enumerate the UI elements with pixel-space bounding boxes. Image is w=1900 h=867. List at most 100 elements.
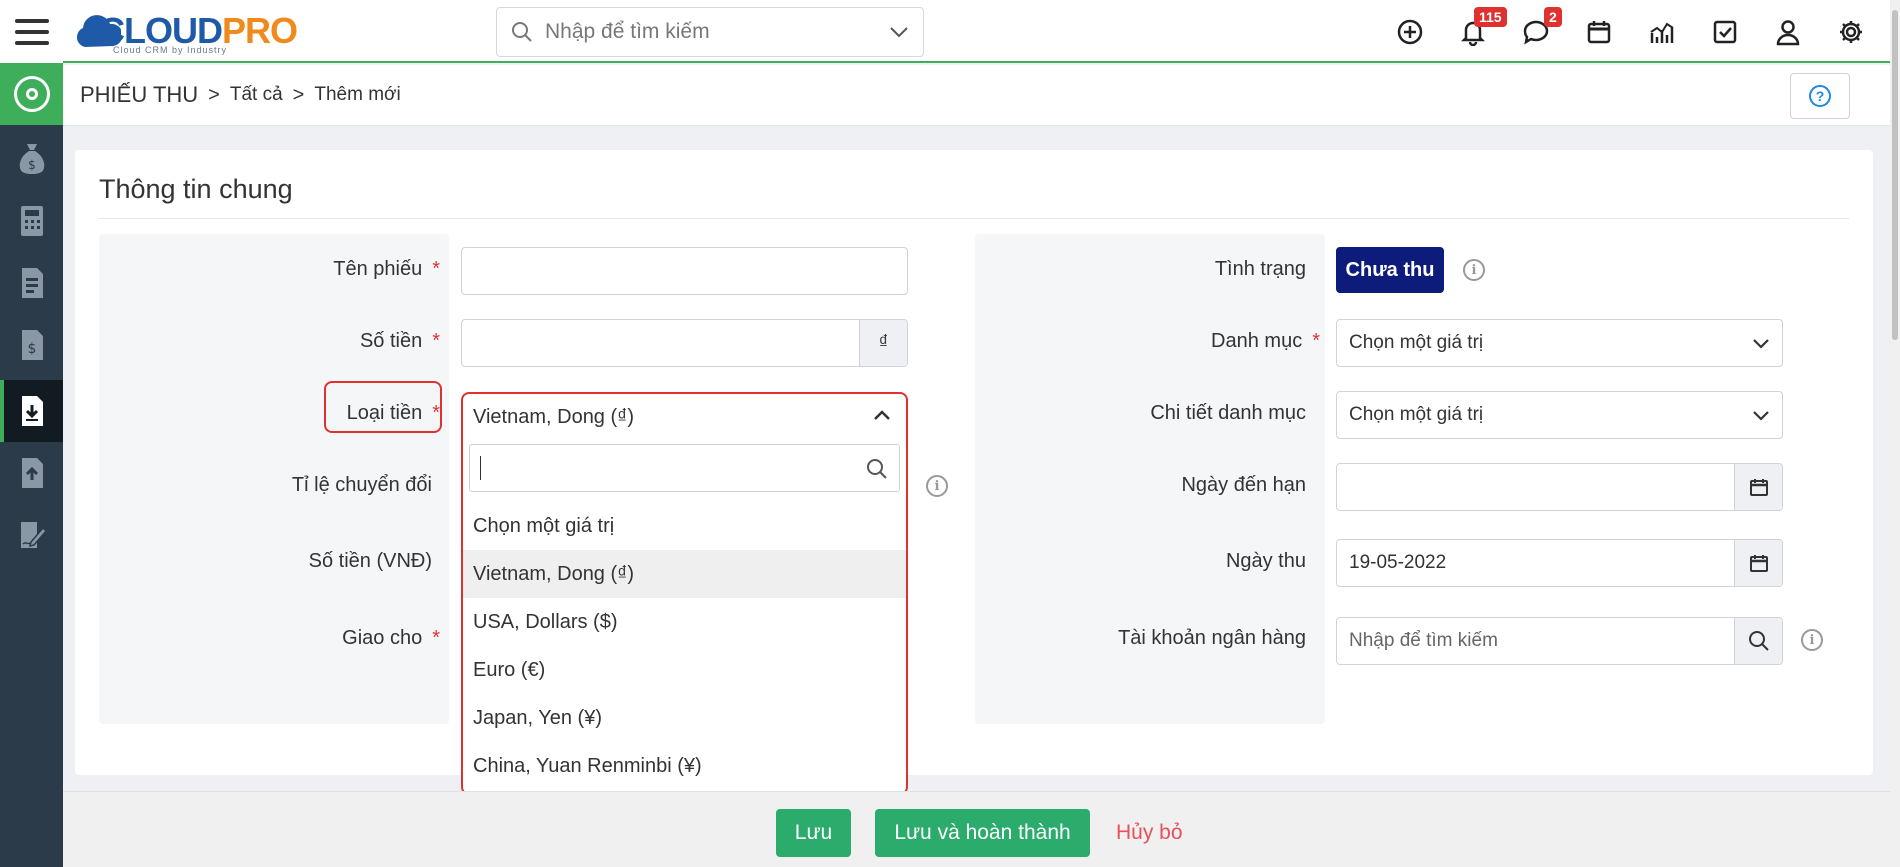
- chevron-right-icon: >: [292, 83, 305, 106]
- sidebar-item-payment-document[interactable]: $: [0, 314, 63, 376]
- ngay-thu-input[interactable]: 19-05-2022: [1336, 539, 1783, 587]
- add-button[interactable]: [1378, 0, 1441, 63]
- top-icon-bar: 115 2: [1378, 0, 1882, 63]
- calculator-icon: [20, 206, 43, 236]
- search-icon: [867, 459, 887, 479]
- sidebar-item-receipt[interactable]: [0, 380, 63, 442]
- loai-tien-highlight: [324, 381, 442, 433]
- currency-option[interactable]: China, Yuan Renminbi (¥): [463, 742, 906, 790]
- date-picker-button[interactable]: [1734, 464, 1782, 510]
- invoice-icon: [21, 268, 43, 298]
- form-footer: Lưu Lưu và hoàn thành Hủy bỏ: [63, 791, 1900, 867]
- page-scrollbar[interactable]: [1890, 0, 1900, 867]
- profile-button[interactable]: [1756, 0, 1819, 63]
- currency-option[interactable]: USA, Dollars ($): [463, 598, 906, 646]
- section-title: Thông tin chung: [99, 174, 293, 204]
- upload-document-icon: [21, 458, 43, 488]
- tai-khoan-ngan-hang-input[interactable]: Nhập để tìm kiếm: [1336, 617, 1783, 665]
- ten-phieu-label: Tên phiếu *: [333, 258, 440, 280]
- calendar-icon: [1749, 479, 1768, 496]
- date-picker-button[interactable]: [1734, 540, 1782, 586]
- breadcrumb-module[interactable]: PHIẾU THU: [80, 82, 198, 108]
- so-tien-vnd-label: Số tiền (VNĐ): [308, 550, 432, 572]
- download-document-icon: [21, 396, 43, 426]
- ten-phieu-input[interactable]: [461, 247, 908, 295]
- settings-button[interactable]: [1819, 0, 1882, 63]
- info-icon[interactable]: i: [1463, 259, 1485, 281]
- calendar-icon: [1749, 555, 1768, 572]
- chi-tiet-danh-muc-select[interactable]: Chọn một giá trị: [1336, 391, 1783, 439]
- notifications-button[interactable]: 115: [1441, 0, 1507, 63]
- search-icon: [1748, 631, 1769, 651]
- ngay-thu-label: Ngày thu: [1225, 550, 1306, 572]
- cancel-button[interactable]: Hủy bỏ: [1116, 809, 1183, 857]
- currency-option[interactable]: Japan, Yen (¥): [463, 694, 906, 742]
- chevron-down-icon: [1753, 339, 1769, 349]
- tasks-button[interactable]: [1693, 0, 1756, 63]
- checkbox-icon: [1713, 20, 1736, 43]
- money-bag-icon: $: [19, 144, 44, 174]
- dollar-document-icon: $: [21, 330, 43, 360]
- chevron-up-icon: [874, 410, 890, 420]
- sidebar-item-payment-out[interactable]: [0, 442, 63, 504]
- tinh-trang-label: Tình trạng: [1214, 258, 1306, 280]
- calendar-icon: [1587, 20, 1610, 43]
- logo-subtitle: Cloud CRM by Industry: [113, 45, 228, 55]
- so-tien-input[interactable]: ₫: [461, 319, 908, 367]
- sidebar-item-sign[interactable]: [0, 504, 63, 566]
- save-button[interactable]: Lưu: [776, 809, 851, 857]
- chevron-down-icon: [1753, 411, 1769, 421]
- cloudpro-logo[interactable]: CLOUDPRO Cloud CRM by Industry: [73, 6, 298, 56]
- search-icon: [512, 22, 532, 42]
- ngay-den-han-input[interactable]: [1336, 463, 1783, 511]
- currency-search-input[interactable]: [469, 444, 900, 492]
- logo-text-pro: PRO: [222, 10, 298, 51]
- menu-toggle-button[interactable]: [0, 0, 63, 63]
- chevron-right-icon: >: [208, 83, 220, 106]
- text-caret: [480, 456, 481, 480]
- danh-muc-label: Danh mục *: [1211, 330, 1320, 352]
- hamburger-icon: [14, 18, 49, 23]
- calendar-button[interactable]: [1567, 0, 1630, 63]
- currency-select-value[interactable]: Vietnam, Dong (₫): [463, 394, 906, 440]
- breadcrumb-all[interactable]: Tất cả: [230, 84, 283, 106]
- ngay-den-han-label: Ngày đến hạn: [1181, 474, 1306, 496]
- chevron-down-icon: [890, 27, 908, 38]
- svg-text:$: $: [28, 158, 36, 172]
- user-icon: [1776, 19, 1799, 45]
- sidebar-item-home[interactable]: [0, 63, 63, 125]
- breadcrumb-add-new: Thêm mới: [314, 84, 401, 105]
- danh-muc-select[interactable]: Chọn một giá trị: [1336, 319, 1783, 367]
- status-badge[interactable]: Chưa thu: [1336, 247, 1444, 293]
- chi-tiet-danh-muc-label: Chi tiết danh mục: [1150, 402, 1306, 424]
- sidebar-item-calculator[interactable]: [0, 190, 63, 252]
- info-icon[interactable]: i: [1801, 629, 1823, 651]
- info-icon[interactable]: i: [926, 475, 948, 497]
- reports-button[interactable]: [1630, 0, 1693, 63]
- global-search-input[interactable]: Nhập để tìm kiếm: [496, 7, 924, 57]
- currency-option[interactable]: Euro (€): [463, 646, 906, 694]
- global-search-placeholder: Nhập để tìm kiếm: [545, 20, 710, 43]
- save-complete-button[interactable]: Lưu và hoàn thành: [875, 809, 1090, 857]
- scrollbar-thumb[interactable]: [1892, 10, 1898, 340]
- sidebar-item-money-bag[interactable]: $: [0, 128, 63, 190]
- messages-button[interactable]: 2: [1504, 0, 1567, 63]
- currency-option-selected[interactable]: Vietnam, Dong (₫): [463, 550, 906, 598]
- currency-select-dropdown[interactable]: Vietnam, Dong (₫) Chọn một giá trị Vietn…: [461, 392, 908, 795]
- plus-circle-icon: [1397, 19, 1422, 44]
- target-icon: [13, 76, 50, 112]
- currency-option[interactable]: Chọn một giá trị: [463, 502, 906, 550]
- so-tien-label: Số tiền *: [359, 330, 440, 352]
- svg-text:$: $: [27, 341, 36, 357]
- sidebar-item-invoice[interactable]: [0, 252, 63, 314]
- divider: [99, 218, 1849, 219]
- tai-khoan-ngan-hang-label: Tài khoản ngân hàng: [1118, 627, 1306, 649]
- question-icon: ?: [1809, 85, 1831, 107]
- breadcrumb: PHIẾU THU > Tất cả > Thêm mới ?: [63, 65, 1900, 126]
- currency-symbol-addon: ₫: [859, 320, 907, 366]
- giao-cho-label: Giao cho *: [342, 627, 440, 649]
- gear-icon: [1839, 20, 1862, 43]
- bank-search-button[interactable]: [1734, 618, 1782, 664]
- help-button[interactable]: ?: [1790, 73, 1850, 119]
- top-bar: CLOUDPRO Cloud CRM by Industry Nhập để t…: [63, 0, 1900, 63]
